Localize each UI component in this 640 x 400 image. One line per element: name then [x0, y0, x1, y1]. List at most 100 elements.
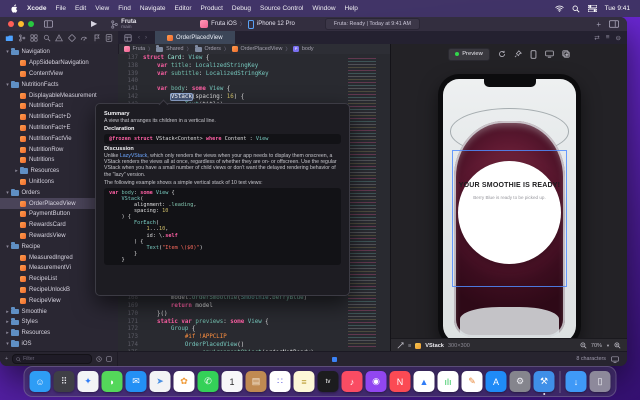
minimap[interactable]: [348, 56, 376, 348]
debug-navigator-icon[interactable]: [80, 34, 88, 42]
add-file-button[interactable]: +: [5, 356, 8, 362]
breakpoint-toggle[interactable]: [332, 357, 337, 362]
menu-item-window[interactable]: Window: [312, 5, 335, 12]
crumb-group[interactable]: Shared: [166, 46, 183, 52]
dock-launchpad[interactable]: ⠿: [54, 371, 75, 392]
crumb-project[interactable]: Fruta: [133, 46, 146, 52]
issue-navigator-icon[interactable]: [55, 34, 63, 42]
inspect-icon[interactable]: [397, 342, 404, 349]
menu-item-editor[interactable]: Editor: [175, 5, 192, 12]
control-center-icon[interactable]: [588, 5, 597, 12]
screen-icon[interactable]: [611, 356, 619, 363]
dock-music[interactable]: ♪: [342, 371, 363, 392]
navigator-item-displayablemeasurement[interactable]: DisplayableMeasurement: [0, 90, 118, 101]
run-destination[interactable]: iPhone 12 Pro: [257, 21, 295, 27]
dock-pages[interactable]: ✎: [462, 371, 483, 392]
navigator-item-resources[interactable]: ▸Resources: [0, 328, 118, 339]
dock-reminders[interactable]: ∷: [270, 371, 291, 392]
crumb-subgroup[interactable]: Orders: [205, 46, 221, 52]
test-navigator-icon[interactable]: [68, 34, 76, 42]
zoom-in-icon[interactable]: [614, 342, 621, 349]
forward-icon[interactable]: ›: [145, 35, 147, 41]
close-window-button[interactable]: [8, 21, 14, 27]
menu-item-find[interactable]: Find: [118, 5, 131, 12]
preview-button[interactable]: Preview: [448, 48, 490, 61]
find-navigator-icon[interactable]: [43, 34, 51, 42]
dock-tv[interactable]: tv: [318, 371, 339, 392]
minimize-window-button[interactable]: [18, 21, 24, 27]
crumb-symbol[interactable]: body: [302, 46, 314, 52]
dock-contacts[interactable]: ▤: [246, 371, 267, 392]
breakpoint-navigator-icon[interactable]: [93, 34, 101, 42]
menu-item-view[interactable]: View: [95, 5, 109, 12]
selected-view-name[interactable]: VStack: [425, 343, 444, 349]
list-icon[interactable]: ≡: [408, 343, 411, 349]
dock-facetime[interactable]: ✆: [198, 371, 219, 392]
project-navigator-icon[interactable]: [5, 34, 13, 42]
dock-xcode[interactable]: ⚒: [534, 371, 555, 392]
dock-keynote[interactable]: ▲: [414, 371, 435, 392]
navigator-item-nutritionfacts[interactable]: ▾NutritionFacts: [0, 79, 118, 90]
run-button[interactable]: ▶: [91, 20, 97, 28]
zoom-window-button[interactable]: [28, 21, 34, 27]
tab-orderplacedview[interactable]: OrderPlacedView: [155, 31, 235, 44]
dock-podcasts[interactable]: ◉: [366, 371, 387, 392]
menu-item-edit[interactable]: Edit: [75, 5, 86, 12]
sourcecontrol-filter-icon[interactable]: [106, 356, 112, 362]
wifi-icon[interactable]: [555, 5, 564, 12]
zoom-out-icon[interactable]: [580, 342, 587, 349]
lazyvstack-link[interactable]: LazyVStack: [120, 153, 147, 159]
duplicate-preview-icon[interactable]: [562, 50, 570, 58]
dock-safari[interactable]: ✦: [78, 371, 99, 392]
spotlight-search-icon[interactable]: [572, 5, 580, 13]
dock-calendar[interactable]: 1: [222, 371, 243, 392]
crumb-file[interactable]: OrderPlacedView: [241, 46, 283, 52]
pin-preview-icon[interactable]: [514, 50, 522, 58]
scheme-selector[interactable]: Fruta iOS 〉 iPhone 12 Pro: [200, 20, 295, 29]
navigator-item-appsidebarnavigation[interactable]: AppSidebarNavigation: [0, 58, 118, 69]
code-review-icon[interactable]: ⇄: [594, 34, 599, 42]
preview-screen[interactable]: YOUR SMOOTHIE IS READY! Berry Blue is re…: [443, 79, 576, 342]
menu-clock[interactable]: Tue 9:41: [605, 5, 630, 12]
editor-options-icon[interactable]: ≡: [606, 34, 610, 42]
dock-news[interactable]: N: [390, 371, 411, 392]
dock-downloads[interactable]: ↓: [566, 371, 587, 392]
report-navigator-icon[interactable]: [105, 34, 113, 42]
navigator-item-styles[interactable]: ▸Styles: [0, 317, 118, 328]
preview-on-device-icon[interactable]: [545, 50, 554, 58]
dock-notes[interactable]: ≡: [294, 371, 315, 392]
recent-filter-icon[interactable]: [96, 356, 102, 362]
menu-item-help[interactable]: Help: [345, 5, 358, 12]
menu-item-xcode[interactable]: Xcode: [27, 5, 47, 12]
back-icon[interactable]: ‹: [138, 35, 140, 41]
filter-field[interactable]: Filter: [12, 354, 92, 364]
dock-mail[interactable]: ✉: [126, 371, 147, 392]
menu-item-debug[interactable]: Debug: [232, 5, 251, 12]
menu-item-source-control[interactable]: Source Control: [260, 5, 303, 12]
navigator-item-recipeview[interactable]: RecipeView: [0, 295, 118, 306]
dock-system-preferences[interactable]: ⚙: [510, 371, 531, 392]
symbol-navigator-icon[interactable]: [30, 34, 38, 42]
source-control-navigator-icon[interactable]: [18, 34, 26, 42]
dock-finder[interactable]: ☺: [30, 371, 51, 392]
live-preview-icon[interactable]: [498, 50, 506, 58]
menu-item-navigate[interactable]: Navigate: [140, 5, 166, 12]
menu-item-file[interactable]: File: [56, 5, 66, 12]
toggle-navigator-icon[interactable]: [44, 20, 53, 28]
navigator-item-navigation[interactable]: ▾Navigation: [0, 47, 118, 58]
dock-messages[interactable]: ◗: [102, 371, 123, 392]
apple-menu[interactable]: [10, 4, 18, 13]
device-settings-icon[interactable]: [530, 50, 537, 59]
editor-layout-icon[interactable]: [609, 20, 619, 28]
dock-numbers[interactable]: ılı: [438, 371, 459, 392]
navigator-item-smoothie[interactable]: ▸Smoothie: [0, 306, 118, 317]
zoom-level[interactable]: 70%: [591, 343, 602, 349]
dock-trash[interactable]: ▯: [590, 371, 611, 392]
scheme-name[interactable]: Fruta iOS: [211, 21, 237, 27]
dock-app-store[interactable]: A: [486, 371, 507, 392]
navigator-item-ios[interactable]: ▾iOS: [0, 339, 118, 350]
dock-maps[interactable]: ➤: [150, 371, 171, 392]
menu-item-product[interactable]: Product: [200, 5, 222, 12]
dock-photos[interactable]: ✿: [174, 371, 195, 392]
navigator-item-contentview[interactable]: ContentView: [0, 69, 118, 80]
